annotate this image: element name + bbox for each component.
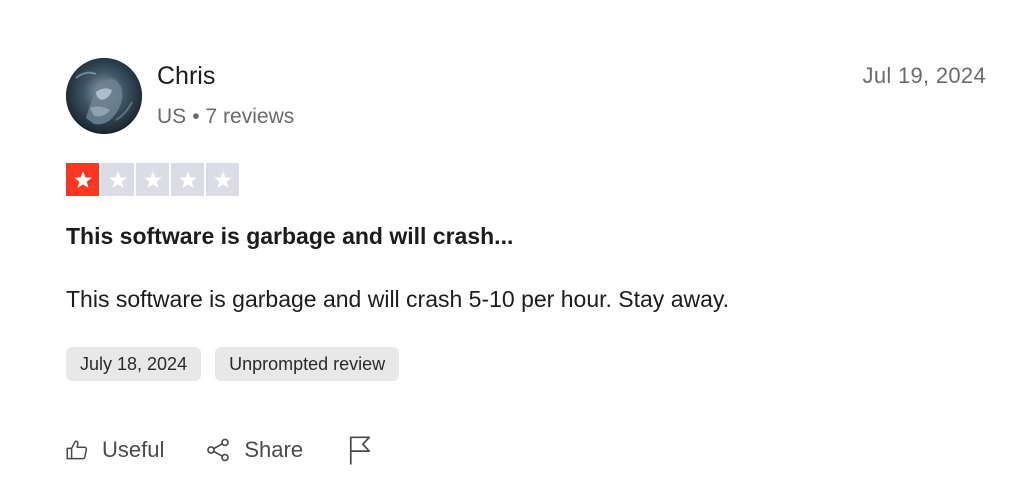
useful-button[interactable]: Useful — [64, 434, 164, 466]
report-button[interactable] — [347, 435, 373, 465]
thumbs-up-icon — [64, 437, 90, 463]
author-meta: US • 7 reviews — [157, 103, 294, 131]
review-type-badge[interactable]: Unprompted review — [215, 347, 400, 381]
review-date: Jul 19, 2024 — [862, 63, 986, 88]
review-title[interactable]: This software is garbage and will crash.… — [66, 220, 513, 252]
avatar[interactable] — [66, 58, 142, 134]
star-icon — [143, 170, 162, 188]
review-tags: July 18, 2024 Unprompted review — [66, 347, 400, 381]
star-empty — [171, 163, 204, 196]
share-button[interactable]: Share — [204, 434, 303, 466]
author-review-count[interactable]: 7 reviews — [206, 105, 295, 128]
flag-icon — [347, 435, 373, 465]
meta-separator: • — [192, 105, 200, 128]
star-filled — [66, 163, 99, 196]
star-empty — [206, 163, 239, 196]
author-country: US — [157, 105, 187, 128]
author-name[interactable]: Chris — [157, 60, 215, 92]
star-rating — [66, 163, 239, 196]
share-icon — [204, 436, 232, 464]
avatar-image — [66, 58, 142, 134]
useful-label: Useful — [102, 437, 165, 462]
share-label: Share — [244, 437, 304, 462]
star-empty — [101, 163, 134, 196]
star-icon — [213, 170, 232, 188]
star-empty — [136, 163, 169, 196]
star-icon — [73, 170, 92, 188]
star-icon — [178, 170, 197, 188]
star-icon — [108, 170, 127, 188]
review-body: This software is garbage and will crash … — [66, 286, 730, 312]
experience-date-badge: July 18, 2024 — [66, 347, 202, 381]
review-actions: Useful Share — [64, 434, 373, 466]
